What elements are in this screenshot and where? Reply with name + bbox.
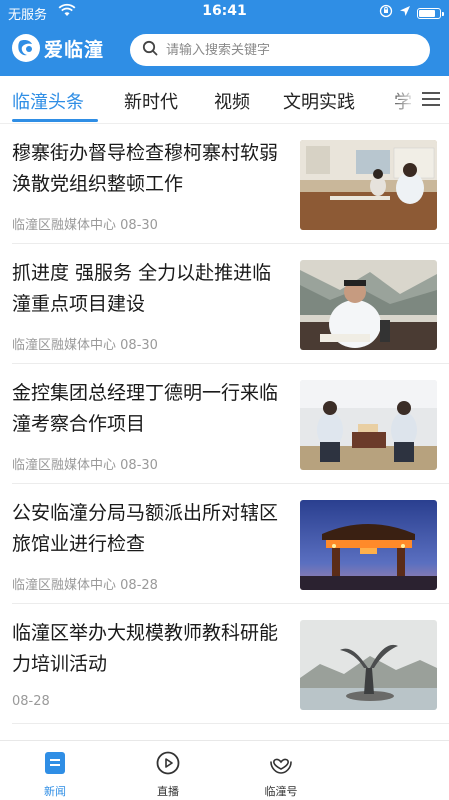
news-source: 临潼区融媒体中心: [12, 458, 117, 473]
news-meta: 临潼区融媒体中心 08-30: [12, 214, 158, 233]
tab-video[interactable]: 视频: [214, 88, 250, 114]
tab-headlines[interactable]: 临潼头条: [12, 88, 84, 114]
category-tabs: 临潼头条 新时代 视频 文明实践 学: [0, 76, 449, 124]
nav-live-label: 直播: [157, 785, 179, 798]
news-source: 临潼区融媒体中心: [12, 218, 117, 233]
news-title: 临潼区举办大规模教师教科研能力培训活动: [12, 622, 279, 675]
location-icon: [399, 5, 411, 21]
tab-civilization-practice[interactable]: 文明实践: [283, 88, 355, 114]
news-date: 08-28: [12, 694, 50, 709]
news-thumbnail: [300, 140, 437, 230]
news-source: 临潼区融媒体中心: [12, 338, 117, 353]
news-item[interactable]: 穆寨街办督导检查穆柯寨村软弱涣散党组织整顿工作 临潼区融媒体中心 08-30: [0, 124, 449, 244]
news-title: 穆寨街办督导检查穆柯寨村软弱涣散党组织整顿工作: [12, 142, 279, 195]
news-date: 08-30: [120, 218, 158, 233]
news-meta: 临潼区融媒体中心 08-30: [12, 334, 158, 353]
news-meta: 08-28: [12, 694, 50, 709]
tab-new-era[interactable]: 新时代: [124, 88, 178, 114]
news-item[interactable]: 公安临潼分局马额派出所对辖区旅馆业进行检查 临潼区融媒体中心 08-28: [0, 484, 449, 604]
logo-mark-icon: [12, 34, 40, 62]
news-meta: 临潼区融媒体中心 08-30: [12, 454, 158, 473]
nav-live[interactable]: 直播: [128, 749, 208, 799]
search-bar[interactable]: [130, 34, 430, 66]
bottom-navigation: 新闻 直播 临潼号: [0, 740, 449, 800]
news-title: 抓进度 强服务 全力以赴推进临潼重点项目建设: [12, 262, 272, 315]
news-meta: 临潼区融媒体中心 08-28: [12, 574, 158, 593]
tab-menu-icon[interactable]: [416, 88, 444, 112]
active-tab-indicator: [12, 119, 98, 122]
nav-lintong-account[interactable]: 临潼号: [241, 749, 321, 799]
nav-news-label: 新闻: [44, 785, 66, 798]
news-thumbnail: [300, 620, 437, 710]
news-title: 公安临潼分局马额派出所对辖区旅馆业进行检查: [12, 502, 279, 555]
nav-news[interactable]: 新闻: [15, 749, 95, 799]
nav-lintong-account-label: 临潼号: [264, 785, 298, 798]
app-name: 爱临潼: [44, 38, 105, 61]
news-thumbnail: [300, 500, 437, 590]
orientation-lock-icon: [379, 4, 393, 22]
news-title: 金控集团总经理丁德明一行来临潼考察合作项目: [12, 382, 279, 435]
news-date: 08-30: [120, 458, 158, 473]
app-header: 无服务 16:41 爱临潼: [0, 0, 449, 76]
news-item[interactable]: 抓进度 强服务 全力以赴推进临潼重点项目建设 临潼区融媒体中心 08-30: [0, 244, 449, 364]
news-date: 08-28: [120, 578, 158, 593]
news-thumbnail: [300, 380, 437, 470]
news-item[interactable]: 金控集团总经理丁德明一行来临潼考察合作项目 临潼区融媒体中心 08-30: [0, 364, 449, 484]
app-logo: 爱临潼: [12, 32, 104, 64]
divider: [12, 723, 449, 724]
battery-icon: [417, 7, 444, 19]
news-thumbnail: [300, 260, 437, 350]
search-icon: [142, 40, 158, 60]
heart-hands-icon: [241, 749, 321, 777]
news-source: 临潼区融媒体中心: [12, 578, 117, 593]
status-bar: 无服务 16:41: [0, 0, 449, 24]
search-input[interactable]: [166, 42, 406, 58]
news-date: 08-30: [120, 338, 158, 353]
tab-fade: [386, 76, 416, 123]
news-icon: [15, 749, 95, 777]
news-item[interactable]: 临潼区举办大规模教师教科研能力培训活动 08-28: [0, 604, 449, 724]
play-icon: [128, 749, 208, 777]
